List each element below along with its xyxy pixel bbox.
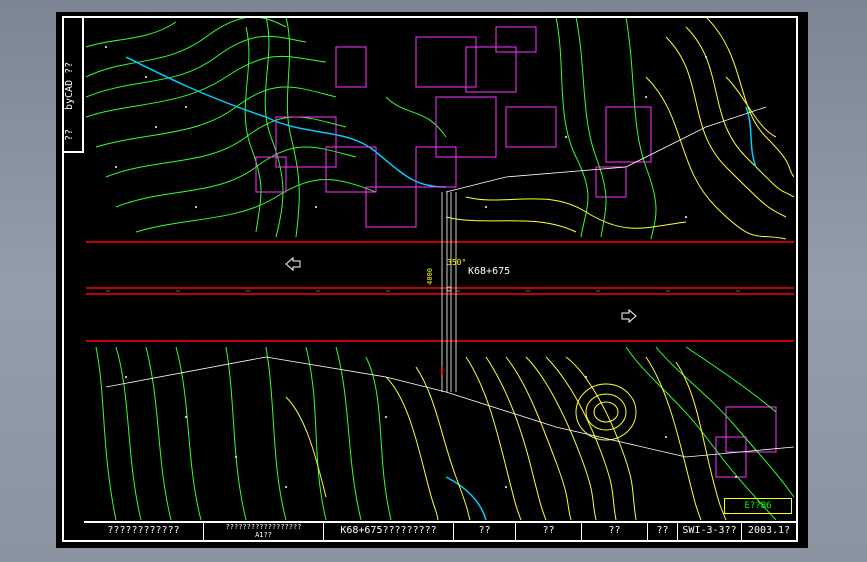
title-cell-check: ?? xyxy=(516,523,582,540)
title-cell-drawing-name: K68+675????????? xyxy=(324,523,454,540)
title-block: ???????????? ?????????????????? A1?? K68… xyxy=(84,521,796,540)
title-cell-review: ?? xyxy=(582,523,648,540)
title-cell-approve: ?? xyxy=(648,523,678,540)
title-cell-drawing-number: SWI-3-3?? xyxy=(678,523,742,540)
title-cell-section-text: ?????????????????? xyxy=(225,523,302,531)
title-cell-section-sub: A1?? xyxy=(255,531,272,539)
title-cell-date: 2003.1? xyxy=(747,525,791,536)
left-product-label: byCAD ?? xyxy=(64,61,75,111)
drawing-frame xyxy=(62,16,798,542)
title-cell-section: ?????????????????? A1?? xyxy=(204,523,324,540)
title-cell-design: ?? xyxy=(454,523,516,540)
left-top-label: ?? xyxy=(64,128,75,142)
left-info-strip: ?? byCAD ?? xyxy=(62,16,84,153)
title-cell-project: ???????????? xyxy=(84,523,204,540)
